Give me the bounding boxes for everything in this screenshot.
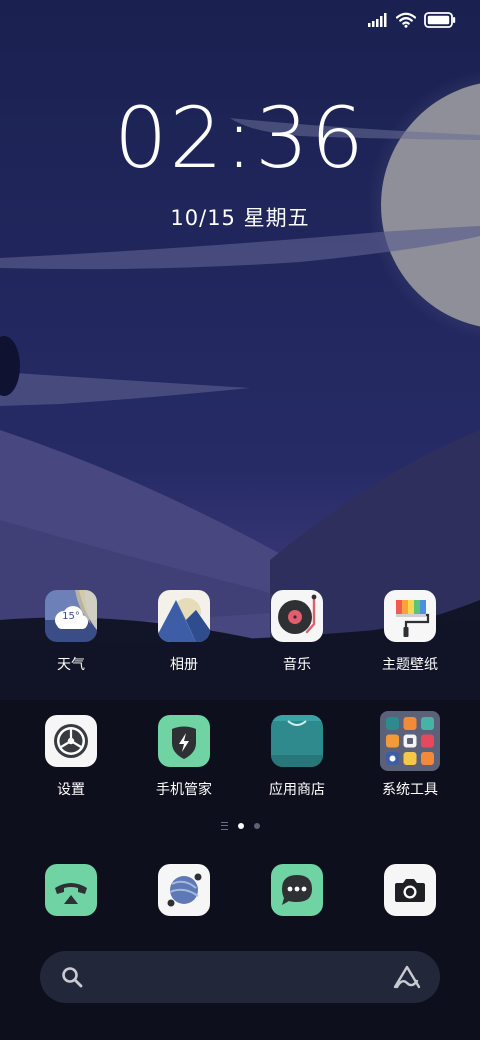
app-weather[interactable]: 15° 天气 [16, 590, 126, 674]
app-label: 设置 [57, 782, 85, 798]
app-label: 相册 [170, 657, 198, 673]
search-icon[interactable] [60, 965, 84, 989]
clock-time[interactable]: 02:36 [0, 96, 480, 180]
music-icon [271, 590, 323, 642]
clock-date[interactable]: 10/15 星期五 [0, 202, 480, 232]
app-label: 天气 [57, 657, 85, 673]
camera-icon [384, 864, 436, 916]
messages-icon [271, 864, 323, 916]
app-label: 主题壁纸 [382, 657, 438, 673]
page-dot-1[interactable] [237, 823, 244, 829]
phone-icon [45, 864, 97, 916]
app-gallery[interactable]: 相册 [129, 590, 239, 674]
app-system-tools-folder[interactable]: 系统工具 [355, 711, 465, 799]
settings-icon [45, 715, 97, 767]
assistant-logo-icon[interactable] [392, 963, 422, 991]
dock-messages[interactable] [242, 864, 352, 916]
search-bar[interactable] [40, 951, 440, 1003]
app-store-icon [271, 715, 323, 767]
signal-bars-icon [368, 13, 387, 27]
dock-camera[interactable] [355, 864, 465, 916]
battery-icon [424, 12, 456, 28]
minus-one-screen-icon[interactable] [220, 822, 228, 830]
theme-wallpaper-icon [384, 590, 436, 642]
app-music[interactable]: 音乐 [242, 590, 352, 674]
page-indicator[interactable] [0, 822, 480, 830]
dock-browser[interactable] [129, 864, 239, 916]
weather-icon: 15° [45, 590, 97, 642]
home-screen: 02:36 10/15 星期五 15° 天气 相册 音乐 主题壁纸 设置 手机管… [0, 0, 480, 1040]
app-settings[interactable]: 设置 [16, 715, 126, 799]
phone-manager-icon [158, 715, 210, 767]
app-label: 应用商店 [269, 782, 325, 798]
browser-icon [158, 864, 210, 916]
app-app-store[interactable]: 应用商店 [242, 715, 352, 799]
app-theme-wallpaper[interactable]: 主题壁纸 [355, 590, 465, 674]
wifi-icon [396, 12, 416, 28]
weather-temp: 15° [62, 611, 80, 622]
status-bar [368, 8, 456, 32]
gallery-icon [158, 590, 210, 642]
app-label: 手机管家 [156, 782, 212, 798]
app-label: 系统工具 [382, 782, 438, 798]
page-dot-2[interactable] [253, 823, 260, 829]
app-phone-manager[interactable]: 手机管家 [129, 715, 239, 799]
dock-phone[interactable] [16, 864, 126, 916]
app-label: 音乐 [283, 657, 311, 673]
system-tools-folder-icon [380, 711, 440, 771]
